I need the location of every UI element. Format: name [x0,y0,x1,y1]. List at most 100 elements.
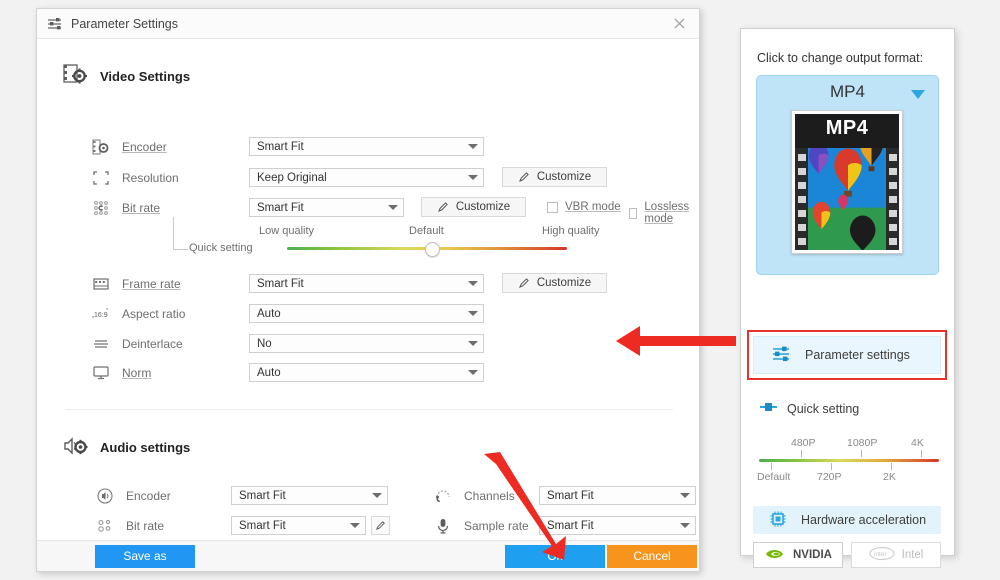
sample-rate-icon [433,516,453,536]
label-aspect-ratio: Aspect ratio [122,307,186,321]
channels-icon [433,486,453,506]
dialog-footer: Save as Ok Cancel [37,540,699,571]
select-sample-rate-value: Smart Fit [547,519,594,532]
format-card[interactable]: MP4 MP4 [756,75,939,275]
select-audio-bitrate-value: Smart Fit [239,519,286,532]
select-audio-encoder[interactable]: Smart Fit [231,486,388,505]
intel-icon: intel [869,546,895,564]
pencil-icon [437,202,448,212]
pencil-icon [518,278,529,288]
hardware-acceleration-button[interactable]: Hardware acceleration [753,506,941,534]
select-channels[interactable]: Smart Fit [539,486,696,505]
chevron-down-icon [350,523,360,528]
quick-setting-slider[interactable]: 480P 1080P 4K Default 720P 2K [757,429,939,491]
select-frame-rate-value: Smart Fit [257,277,304,290]
ok-button[interactable]: Ok [505,545,605,568]
chevron-down-icon [468,175,478,180]
row-frame-rate: Frame rate [91,274,181,294]
qs-top-label-1080p: 1080P [847,437,878,449]
qs-bottom-label-720p: 720P [817,471,842,483]
chevron-down-icon [680,523,690,528]
select-video-encoder[interactable]: Smart Fit [249,137,484,156]
resolution-icon [91,168,111,188]
bitrate-icon [91,198,111,218]
select-audio-bitrate[interactable]: Smart Fit [231,516,366,535]
parameter-settings-label: Parameter settings [805,348,910,362]
parameter-settings-button[interactable]: Parameter settings [753,336,941,374]
chevron-down-icon [468,311,478,316]
video-settings-header: Video Settings [63,63,190,90]
chevron-down-icon [680,493,690,498]
label-audio-bitrate: Bit rate [126,519,165,533]
sliders-icon [47,17,63,31]
select-video-bitrate[interactable]: Smart Fit [249,198,404,217]
label-norm: Norm [122,366,152,380]
gpu-option-intel[interactable]: intel Intel [851,542,941,568]
select-sample-rate[interactable]: Smart Fit [539,516,696,535]
save-as-button[interactable]: Save as [95,545,195,568]
select-norm[interactable]: Auto [249,363,484,382]
qs-tick [801,450,802,457]
cancel-button[interactable]: Cancel [607,545,697,568]
nvidia-icon [764,546,786,565]
row-norm: Norm [91,363,151,383]
label-deinterlace: Deinterlace [122,337,183,351]
chevron-down-icon [468,370,478,375]
row-video-encoder: Encoder [91,137,167,157]
chevron-down-icon [388,205,398,210]
title-bar: Parameter Settings [37,9,699,39]
checkbox-lossless-mode[interactable]: Lossless mode [629,201,699,225]
label-frame-rate: Frame rate [122,277,181,291]
quality-slider-default-label: Default [409,225,444,237]
hardware-acceleration-label: Hardware acceleration [801,513,927,527]
customize-frame-rate-button[interactable]: Customize [502,273,607,293]
chevron-down-icon[interactable] [911,90,925,99]
quality-slider-high-label: High quality [542,225,600,237]
close-icon[interactable] [665,11,693,37]
quick-setting-track [759,459,939,462]
encoder-icon [91,137,111,157]
row-audio-bitrate: Bit rate [95,516,164,536]
chevron-down-icon [468,144,478,149]
select-norm-value: Auto [257,366,281,379]
framerate-icon [91,274,111,294]
dialog-body: Video Settings Encoder Smart Fit Resolut… [37,39,699,563]
select-deinterlace-value: No [257,337,272,350]
select-frame-rate[interactable]: Smart Fit [249,274,484,293]
customize-resolution-button[interactable]: Customize [502,167,607,187]
quick-setting-label: Quick setting [189,242,253,254]
customize-bitrate-button[interactable]: Customize [421,197,526,217]
select-audio-encoder-value: Smart Fit [239,489,286,502]
window-title: Parameter Settings [71,16,178,31]
gpu-option-nvidia[interactable]: NVIDIA [753,542,843,568]
quality-slider-low-label: Low quality [259,225,315,237]
checkbox-box [629,207,638,219]
select-aspect-ratio-value: Auto [257,307,281,320]
checkbox-vbr-mode[interactable]: VBR mode [547,201,621,213]
checkbox-lossless-mode-label: Lossless mode [644,201,690,225]
quality-slider-handle[interactable] [425,242,440,257]
select-video-resolution[interactable]: Keep Original [249,168,484,187]
row-video-bitrate: Bit rate [91,198,160,218]
thumbnail-banner: MP4 [795,114,899,148]
edit-audio-bitrate-button[interactable] [371,516,390,535]
label-channels: Channels [464,489,515,503]
row-deinterlace: Deinterlace [91,334,183,354]
cpu-chip-icon [769,510,787,531]
output-format-panel: Click to change output format: MP4 MP4 P… [740,28,955,568]
select-aspect-ratio[interactable]: Auto [249,304,484,323]
label-video-resolution: Resolution [122,171,179,185]
customize-bitrate-label: Customize [455,201,511,213]
customize-frame-rate-label: Customize [536,277,592,289]
deinterlace-icon [91,334,111,354]
qs-bottom-label-2k: 2K [883,471,896,483]
row-channels: Channels [433,486,515,506]
chevron-down-icon [468,281,478,286]
quick-setting-title: Quick setting [787,401,860,416]
qs-tick [891,463,892,470]
select-video-encoder-value: Smart Fit [257,140,304,153]
thumbnail-label: MP4 [825,117,869,139]
filmstrip-right [886,148,899,250]
gpu-nvidia-label: NVIDIA [793,549,832,561]
select-deinterlace[interactable]: No [249,334,484,353]
